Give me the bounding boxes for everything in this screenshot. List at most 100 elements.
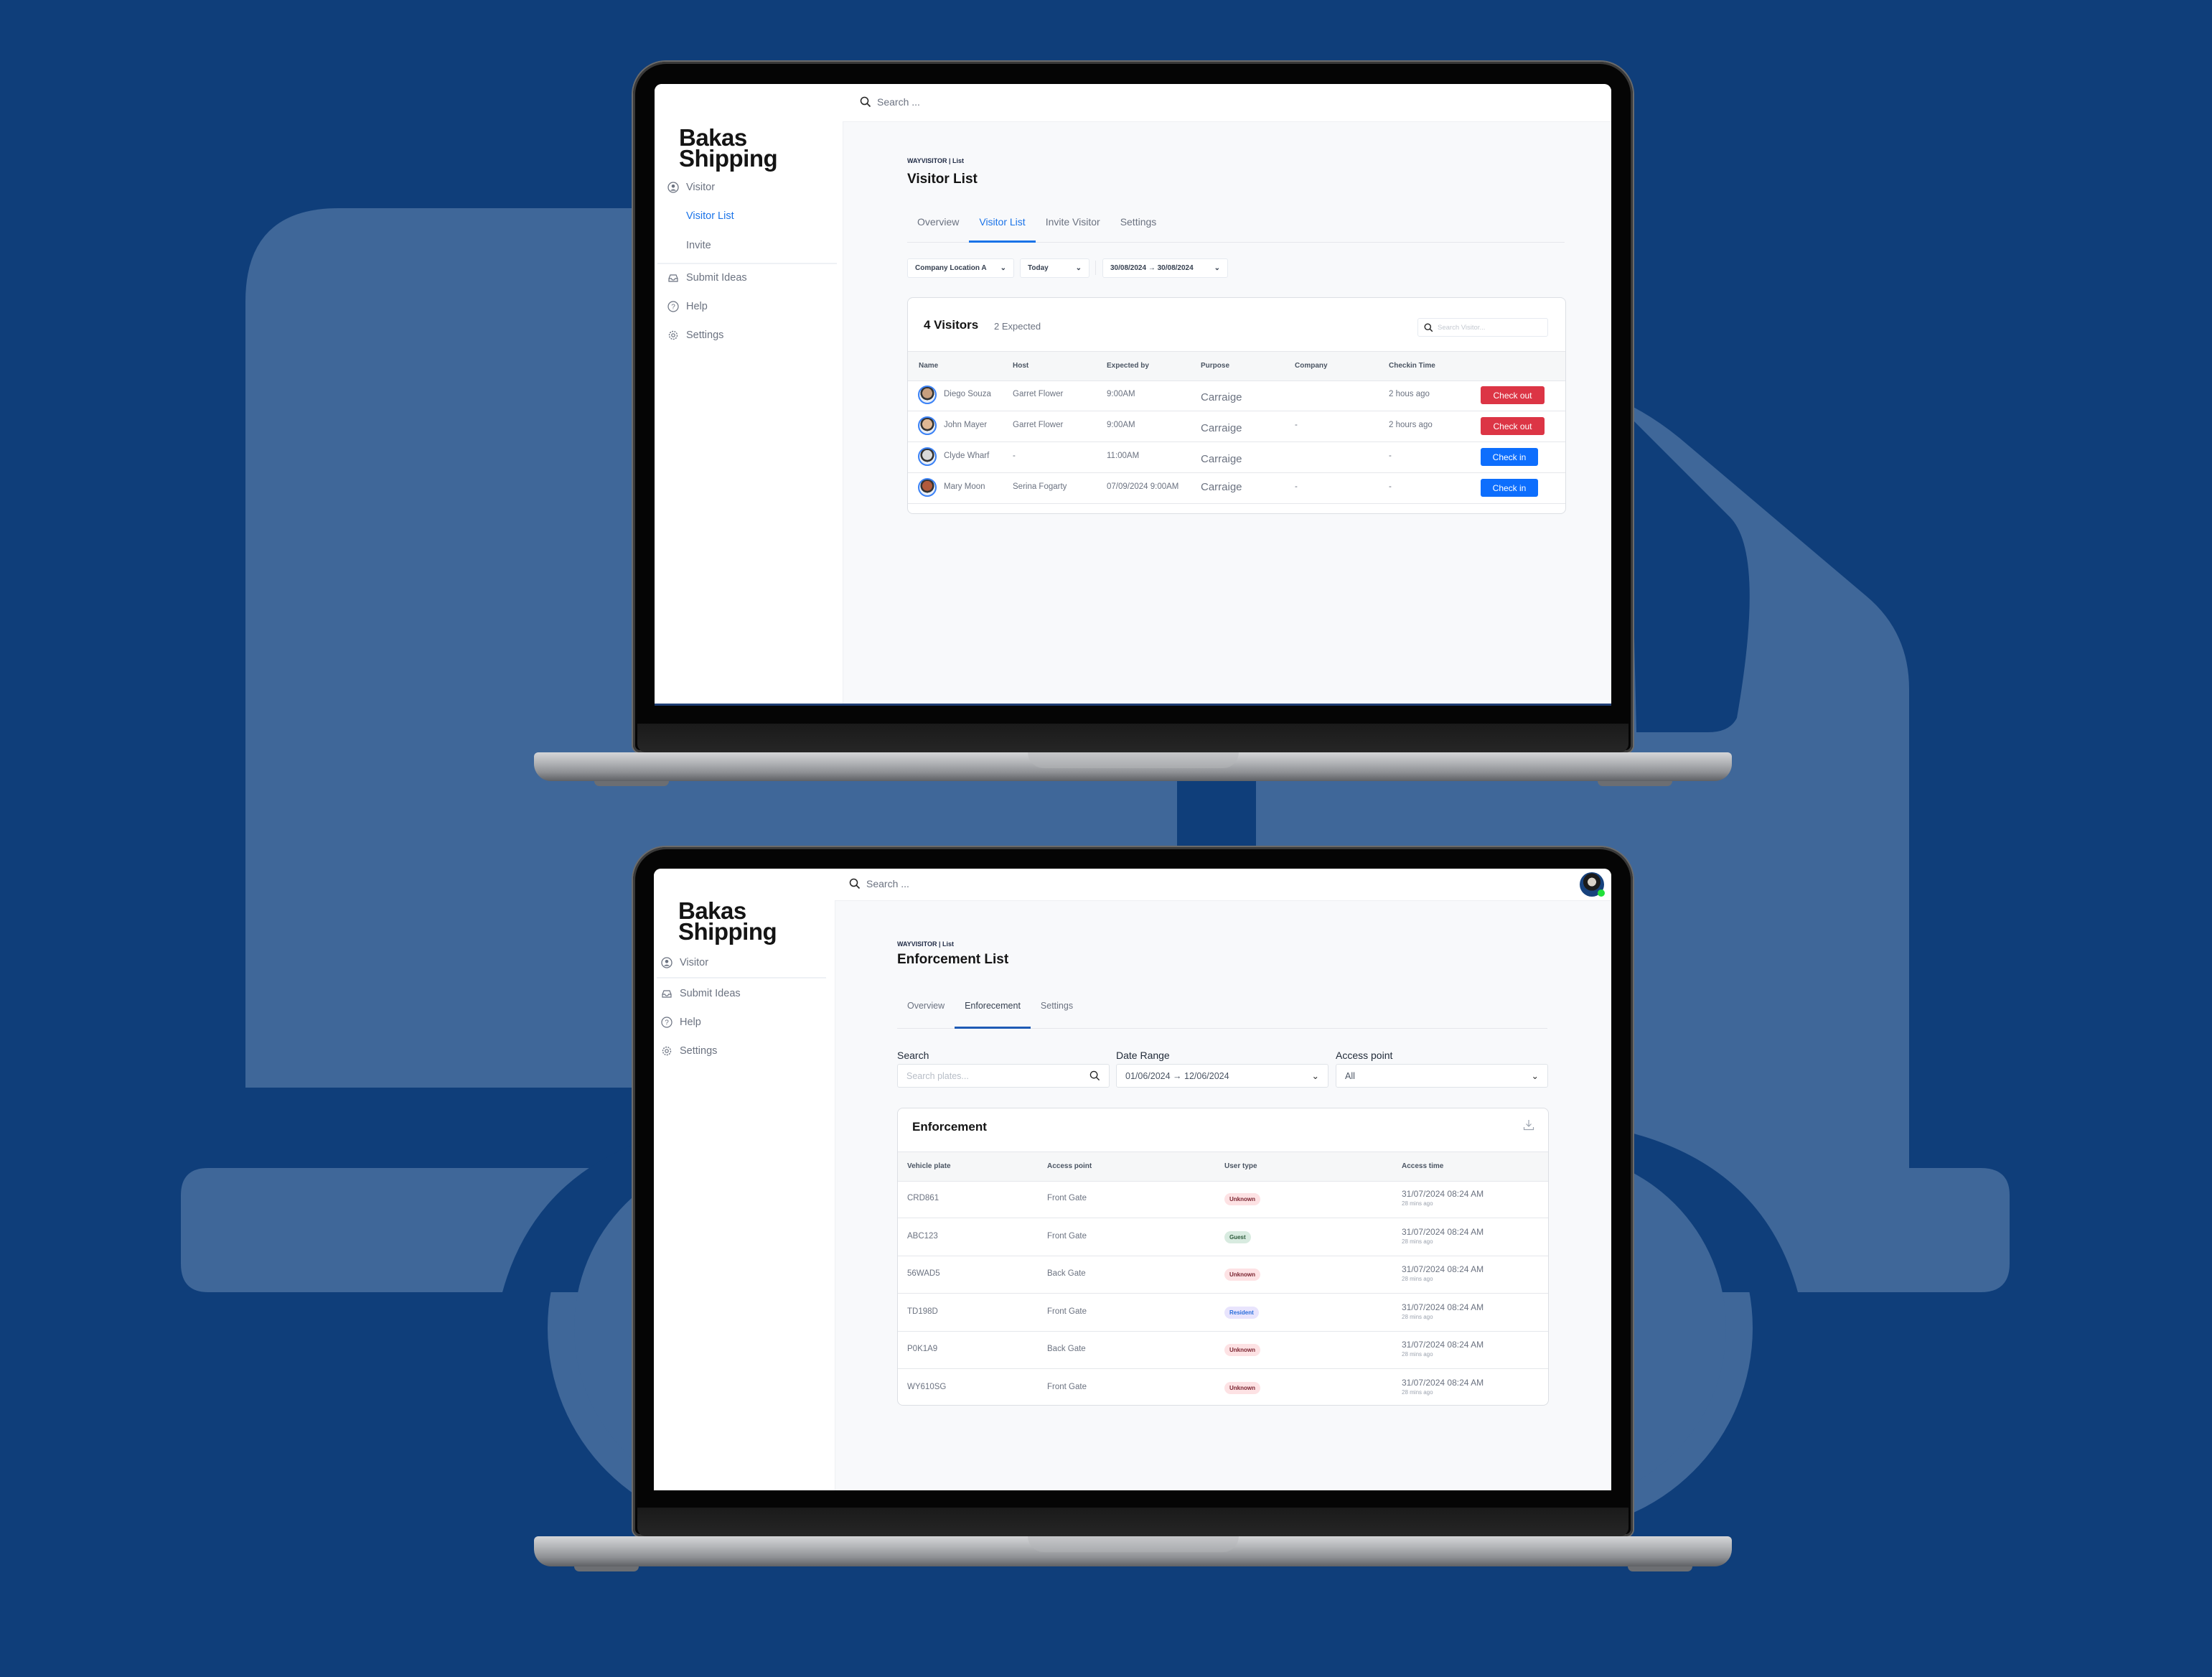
access-relative-time: 28 mins ago: [1402, 1238, 1433, 1245]
help-circle-icon: ?: [661, 1017, 672, 1028]
location-filter-value: Company Location A: [915, 264, 987, 272]
visitor-search-placeholder: Search Visitor...: [1438, 323, 1486, 332]
plate-search-input[interactable]: Search plates...: [897, 1064, 1110, 1088]
expected-count: 2 Expected: [994, 321, 1041, 332]
access-point-select[interactable]: All ⌄: [1336, 1064, 1548, 1088]
global-search[interactable]: Search ...: [860, 96, 920, 108]
sidebar-item-invite[interactable]: Invite: [686, 240, 711, 251]
tab-settings[interactable]: Settings: [1110, 216, 1167, 242]
visitor-screen: Bakas Shipping Visitor Visitor List Invi…: [655, 84, 1611, 706]
laptop-foot: [594, 781, 669, 786]
access-point: Front Gate: [1047, 1231, 1087, 1241]
visitor-expected-by: 9:00AM: [1107, 390, 1135, 398]
date-range-label: Date Range: [1116, 1050, 1170, 1061]
table-row: 56WAD5 Back Gate Unknown 31/07/2024 08:24 A…: [898, 1256, 1548, 1294]
access-time: 31/07/2024 08:24 AM: [1402, 1340, 1484, 1350]
tab-visitor-list[interactable]: Visitor List: [969, 216, 1036, 243]
inbox-icon: [668, 274, 678, 282]
table-row: ABC123 Front Gate Guest 31/07/2024 08:24 AM…: [898, 1218, 1548, 1256]
period-filter[interactable]: Today ⌄: [1020, 258, 1089, 278]
enforcement-card: Enforcement Vehicle plate Access point U…: [897, 1108, 1549, 1406]
sidebar-item-help[interactable]: ? Help: [661, 1017, 701, 1028]
tab-overview[interactable]: Overview: [897, 1001, 955, 1028]
vehicle-plate: WY610SG: [907, 1382, 947, 1391]
sidebar-item-label: Submit Ideas: [686, 272, 747, 284]
user-type-badge: Unknown: [1224, 1193, 1260, 1205]
laptop-notch: [1028, 752, 1239, 768]
sidebar-item-submit-ideas[interactable]: Submit Ideas: [667, 272, 747, 284]
chevron-down-icon: ⌄: [1075, 264, 1082, 272]
check-out-button[interactable]: Check out: [1481, 386, 1545, 404]
visitor-search-input[interactable]: Search Visitor...: [1417, 318, 1548, 337]
tab-enforcement[interactable]: Enforecement: [955, 1001, 1031, 1029]
plate-search-placeholder: Search plates...: [906, 1070, 969, 1081]
enforcement-screen: Bakas Shipping Visitor Submit Ideas ? He…: [654, 869, 1611, 1490]
check-in-button[interactable]: Check in: [1481, 479, 1538, 497]
search-label: Search: [897, 1050, 929, 1061]
sidebar-item-label: Visitor: [686, 182, 716, 193]
topbar: Search ...: [843, 84, 1611, 122]
visitor-expected-by: 11:00AM: [1107, 452, 1140, 460]
table-row: TD198D Front Gate Resident 31/07/2024 08:24…: [898, 1294, 1548, 1332]
column-header-vehicle-plate: Vehicle plate: [907, 1162, 951, 1170]
sidebar-item-label: Help: [686, 301, 708, 312]
topbar: Search ...: [835, 869, 1611, 901]
vehicle-plate: CRD861: [907, 1194, 939, 1202]
sidebar: Bakas Shipping Visitor Submit Ideas ? He…: [654, 869, 835, 1490]
svg-text:?: ?: [665, 1019, 669, 1027]
tab-label: Invite Visitor: [1045, 216, 1100, 228]
column-header-purpose: Purpose: [1201, 362, 1230, 370]
sidebar-item-visitor-list[interactable]: Visitor List: [686, 210, 734, 222]
visitor-host: -: [1013, 452, 1016, 460]
vehicle-plate: ABC123: [907, 1231, 938, 1241]
global-search[interactable]: Search ...: [849, 878, 909, 889]
search-placeholder: Search ...: [866, 878, 909, 889]
tab-settings[interactable]: Settings: [1031, 1001, 1083, 1028]
access-relative-time: 28 mins ago: [1402, 1276, 1433, 1282]
sidebar-item-label: Invite: [686, 240, 711, 251]
user-type-badge: Guest: [1224, 1230, 1251, 1243]
date-range-filter[interactable]: 30/08/2024 → 30/08/2024 ⌄: [1102, 258, 1228, 278]
date-range-select[interactable]: 01/06/2024 → 12/06/2024 ⌄: [1116, 1064, 1328, 1088]
page-title: Enforcement List: [897, 952, 1009, 967]
access-relative-time: 28 mins ago: [1402, 1351, 1433, 1358]
sidebar-item-label: Help: [680, 1017, 701, 1028]
brand-logo: Bakas Shipping: [679, 126, 778, 170]
laptop-notch: [1028, 1536, 1239, 1552]
breadcrumb: WAYVISITOR | List: [907, 157, 965, 164]
sidebar-item-help[interactable]: ? Help: [667, 301, 708, 312]
access-time: 31/07/2024 08:24 AM: [1402, 1226, 1484, 1237]
tab-invite-visitor[interactable]: Invite Visitor: [1036, 216, 1110, 242]
sidebar-divider: [657, 977, 826, 978]
laptop-foot: [1598, 781, 1672, 786]
visitor-checkin-time: -: [1389, 482, 1392, 491]
location-filter[interactable]: Company Location A ⌄: [907, 258, 1014, 278]
access-point-label: Access point: [1336, 1050, 1393, 1061]
sidebar-item-visitor[interactable]: Visitor: [661, 957, 708, 968]
chevron-down-icon: ⌄: [1311, 1071, 1319, 1081]
column-header-host: Host: [1013, 362, 1029, 370]
table-row: CRD861 Front Gate Unknown 31/07/2024 08:24 …: [898, 1180, 1548, 1218]
svg-text:?: ?: [671, 304, 675, 312]
access-point: Front Gate: [1047, 1194, 1087, 1202]
download-icon[interactable]: [1522, 1118, 1535, 1131]
sidebar-item-settings[interactable]: Settings: [661, 1045, 717, 1057]
online-status-dot: [1598, 889, 1605, 897]
user-avatar[interactable]: [1580, 872, 1605, 897]
gear-icon: [662, 1046, 672, 1056]
tab-overview[interactable]: Overview: [907, 216, 969, 242]
visitor-purpose: Carraige: [1201, 422, 1242, 434]
check-in-button[interactable]: Check in: [1481, 448, 1538, 466]
laptop-foot: [574, 1566, 639, 1571]
sidebar-item-visitor[interactable]: Visitor: [667, 182, 715, 193]
date-range-value: 30/08/2024 → 30/08/2024: [1110, 264, 1194, 272]
table-row: Mary Moon Serina Fogarty 07/09/2024 9:00AM…: [908, 472, 1565, 504]
sidebar-item-settings[interactable]: Settings: [667, 330, 723, 341]
search-icon: [1424, 323, 1433, 332]
access-point: Front Gate: [1047, 1382, 1087, 1391]
sidebar-item-submit-ideas[interactable]: Submit Ideas: [661, 988, 741, 999]
check-out-button[interactable]: Check out: [1481, 417, 1545, 435]
visitor-checkin-time: 2 hous ago: [1389, 390, 1430, 398]
search-icon: [1089, 1070, 1100, 1081]
access-relative-time: 28 mins ago: [1402, 1200, 1433, 1207]
